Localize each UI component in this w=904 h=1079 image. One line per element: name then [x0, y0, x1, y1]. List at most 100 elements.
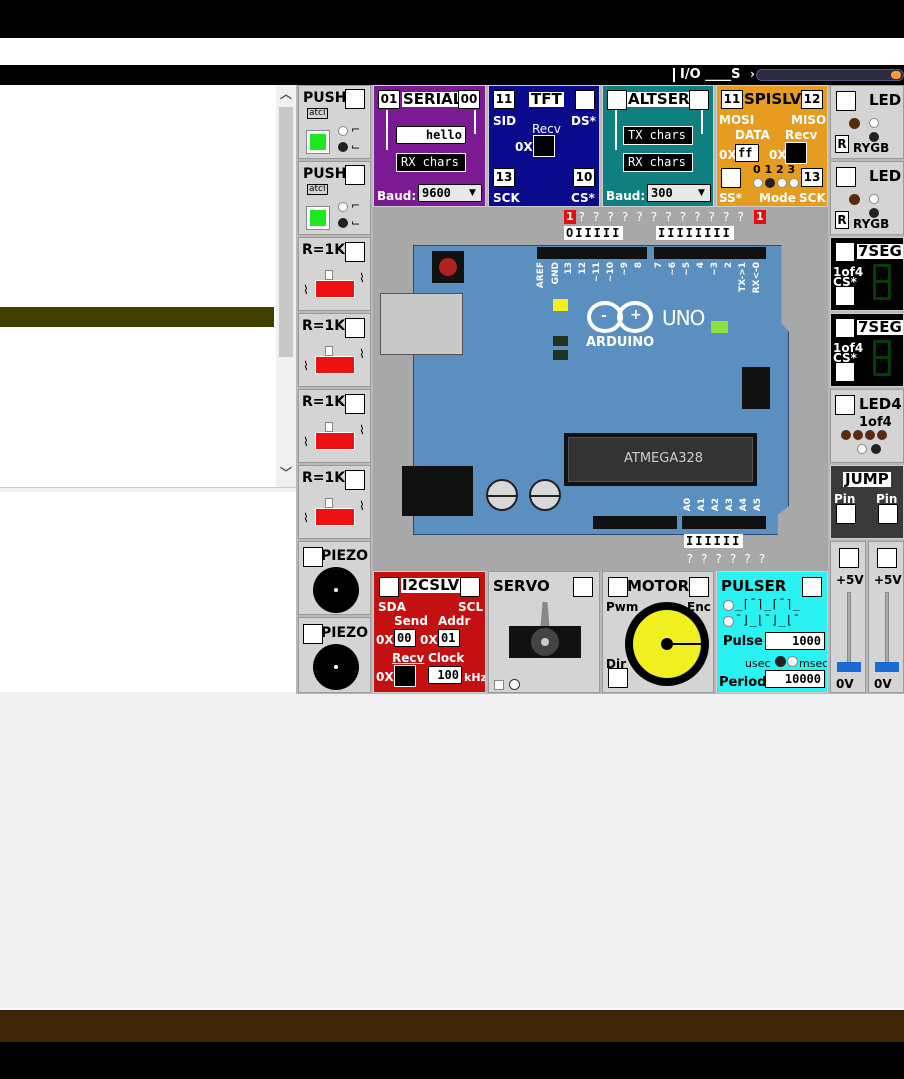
resistor-slider-body[interactable] — [315, 280, 355, 298]
slide-pin-box[interactable] — [877, 548, 897, 568]
resistor-slider-knob[interactable] — [325, 346, 333, 356]
seven-seg-cs-box[interactable] — [835, 286, 855, 306]
push-radio-1[interactable] — [338, 202, 348, 212]
push-pin-box[interactable] — [345, 89, 365, 109]
spislv-mode-radio-0[interactable] — [753, 178, 763, 188]
slide-knob[interactable] — [875, 662, 899, 672]
slide-pin-box[interactable] — [839, 548, 859, 568]
push-radio-2[interactable] — [338, 218, 348, 228]
spislv-mode-radio-3[interactable] — [789, 178, 799, 188]
pulser-pulse-input[interactable]: 1000 — [765, 632, 825, 650]
servo-checkbox[interactable] — [494, 680, 504, 690]
resistor-zigzag-icon: ⌇ — [359, 271, 365, 285]
scroll-thumb[interactable] — [279, 107, 293, 357]
i2c-clock-input[interactable]: 100 — [428, 666, 462, 684]
tft-hex-label: 0X — [515, 140, 533, 154]
spislv-pin-sck[interactable]: 13 — [801, 168, 823, 187]
push-button[interactable] — [306, 130, 330, 154]
resistor-pin-box[interactable] — [345, 318, 365, 338]
io-scroll-thumb[interactable] — [891, 71, 901, 79]
altser-tx-input[interactable]: TX chars — [623, 126, 693, 145]
reset-button[interactable] — [432, 251, 464, 283]
resistor-slider-body[interactable] — [315, 508, 355, 526]
led-radio-1[interactable] — [869, 118, 879, 128]
motor-pin-dir[interactable] — [608, 668, 628, 688]
altser-baud-dropdown-icon[interactable]: ▼ — [698, 189, 705, 198]
digital-io-row[interactable]: OIIIII IIIIIIII — [564, 226, 769, 243]
servo-pin-box[interactable] — [573, 577, 593, 597]
code-editor[interactable] — [0, 85, 276, 487]
io-scroll-track[interactable] — [756, 69, 904, 81]
spislv-mode-radio-1[interactable] — [765, 178, 775, 188]
push-pin-box[interactable] — [345, 165, 365, 185]
spislv-data-input[interactable]: ff — [735, 144, 759, 162]
resistor-pin-box[interactable] — [345, 242, 365, 262]
slide-track[interactable] — [885, 592, 889, 672]
i2c-pin-sda[interactable] — [379, 577, 399, 597]
motor-pin-pwm[interactable] — [608, 577, 628, 597]
seven-seg-pin-box[interactable] — [835, 242, 855, 262]
resistor-pin-box[interactable] — [345, 394, 365, 414]
resistor-pin-box[interactable] — [345, 470, 365, 490]
slide-track[interactable] — [847, 592, 851, 672]
resistor-slider-body[interactable] — [315, 432, 355, 450]
piezo-pin-box[interactable] — [303, 624, 323, 644]
seven-seg-pin-box[interactable] — [835, 318, 855, 338]
led-pin-box[interactable] — [836, 91, 856, 111]
altser-pin-right[interactable] — [689, 90, 709, 110]
scroll-up-icon[interactable]: ︿ — [280, 88, 292, 100]
serial-tx-input[interactable]: hello — [396, 126, 466, 144]
spislv-pin-ss[interactable] — [721, 168, 741, 188]
push-button[interactable] — [306, 206, 330, 230]
pulser-radio-1[interactable] — [723, 600, 734, 611]
seven-seg-cs-box[interactable] — [835, 362, 855, 382]
output-panel[interactable] — [0, 492, 296, 692]
jump-pin-right[interactable] — [878, 504, 898, 524]
resistor-slider-body[interactable] — [315, 356, 355, 374]
i2c-send-input[interactable]: 00 — [394, 629, 416, 647]
resistor-slider-knob[interactable] — [325, 498, 333, 508]
spislv-pin-mosi[interactable]: 11 — [721, 90, 743, 109]
i2c-pin-scl[interactable] — [460, 577, 480, 597]
spislv-mode-radio-2[interactable] — [777, 178, 787, 188]
pulser-radio-2[interactable] — [723, 616, 734, 627]
tft-pin-ds[interactable] — [575, 90, 595, 110]
digital-io-right[interactable]: IIIIIIII — [656, 226, 734, 240]
pulser-radio-msec[interactable] — [787, 656, 798, 667]
editor-scrollbar[interactable]: ︿ ﹀ — [276, 85, 296, 487]
tft-pin-sck[interactable]: 13 — [493, 168, 515, 187]
power-jack-icon — [402, 466, 473, 516]
led-tx-icon — [553, 336, 568, 346]
led-l-icon — [553, 299, 568, 311]
altser-pin-left[interactable] — [607, 90, 627, 110]
led4-radio-2[interactable] — [871, 444, 881, 454]
led-pin-box[interactable] — [836, 167, 856, 187]
resistor-slider-knob[interactable] — [325, 270, 333, 280]
piezo-pin-box[interactable] — [303, 547, 323, 567]
jump-pin-left[interactable] — [836, 504, 856, 524]
io-label: I/O ____S — [680, 67, 741, 82]
led4-dot-2 — [853, 430, 863, 440]
motor-pin-enc[interactable] — [689, 577, 709, 597]
resistor-slider-knob[interactable] — [325, 422, 333, 432]
tft-pin-cs[interactable]: 10 — [573, 168, 595, 187]
analog-io-row[interactable]: IIIIII — [684, 534, 744, 548]
spislv-pin-miso[interactable]: 12 — [801, 90, 823, 109]
pulser-radio-usec[interactable] — [775, 656, 786, 667]
serial-baud-dropdown-icon[interactable]: ▼ — [469, 189, 476, 198]
led-radio-1[interactable] — [869, 194, 879, 204]
digital-io-left[interactable]: OIIIII — [564, 226, 624, 240]
slide-knob[interactable] — [837, 662, 861, 672]
pulser-pin-box[interactable] — [802, 577, 822, 597]
push-radio-2[interactable] — [338, 142, 348, 152]
led4-radio-1[interactable] — [857, 444, 867, 454]
i2c-addr-input[interactable]: 01 — [438, 629, 460, 647]
scroll-down-icon[interactable]: ﹀ — [280, 467, 292, 479]
push-radio-1[interactable] — [338, 126, 348, 136]
pulser-period-input[interactable]: 10000 — [765, 670, 825, 688]
serial-pin-left[interactable]: 01 — [378, 90, 400, 109]
serial-pin-right[interactable]: 00 — [458, 90, 480, 109]
led4-pin-box[interactable] — [835, 395, 855, 415]
tft-pin-sid[interactable]: 11 — [493, 90, 515, 109]
servo-radio[interactable] — [509, 679, 520, 690]
